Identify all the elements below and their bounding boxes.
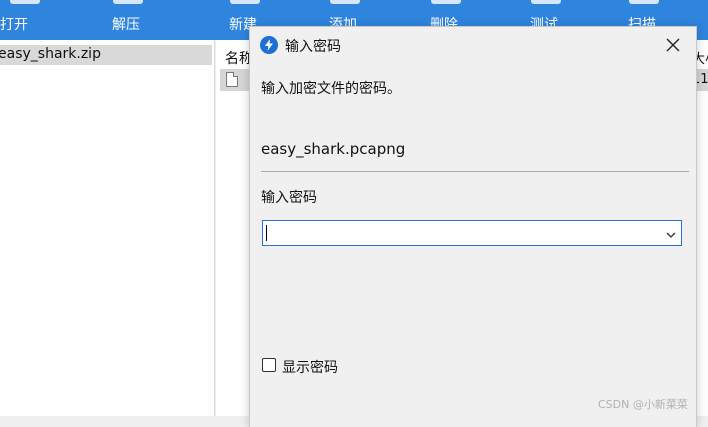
extract-icon (113, 0, 143, 4)
password-combobox[interactable] (262, 220, 682, 246)
tree-item-archive[interactable]: easy_shark.zip (0, 45, 212, 65)
text-caret (266, 225, 267, 241)
chevron-down-icon (666, 232, 676, 238)
tree-item-label: easy_shark.zip (0, 46, 101, 62)
dialog-title: 输入密码 (285, 39, 341, 55)
scan-icon (629, 0, 659, 4)
toolbar-extract-label: 解压 (112, 17, 140, 33)
delete-icon (431, 0, 461, 4)
encrypted-filename: easy_shark.pcapng (261, 140, 406, 158)
password-dialog: 输入密码 输入加密文件的密码。 easy_shark.pcapng 输入密码 显… (250, 27, 696, 427)
column-header-name[interactable]: 名称 (225, 48, 253, 68)
show-password-label[interactable]: 显示密码 (282, 357, 338, 377)
test-icon (531, 0, 561, 4)
toolbar-open-label: 打开 (0, 17, 28, 33)
file-icon (226, 72, 238, 87)
add-icon (330, 0, 360, 4)
password-label: 输入密码 (261, 190, 317, 206)
toolbar-extract-button[interactable]: 解压 (98, 0, 158, 40)
compress-app-icon (260, 36, 278, 54)
open-icon (10, 0, 40, 4)
show-password-checkbox[interactable] (262, 358, 276, 372)
separator-line (261, 171, 689, 172)
watermark: CSDN @小新菜菜 (598, 398, 688, 411)
password-input[interactable] (265, 223, 659, 243)
close-icon (666, 38, 680, 52)
password-history-dropdown[interactable] (664, 227, 678, 241)
folder-tree-pane: easy_shark.zip (0, 40, 215, 416)
close-button[interactable] (662, 34, 684, 56)
new-icon (230, 0, 260, 4)
toolbar-open-button[interactable]: 打开 (0, 0, 60, 40)
dialog-prompt: 输入加密文件的密码。 (261, 81, 401, 97)
